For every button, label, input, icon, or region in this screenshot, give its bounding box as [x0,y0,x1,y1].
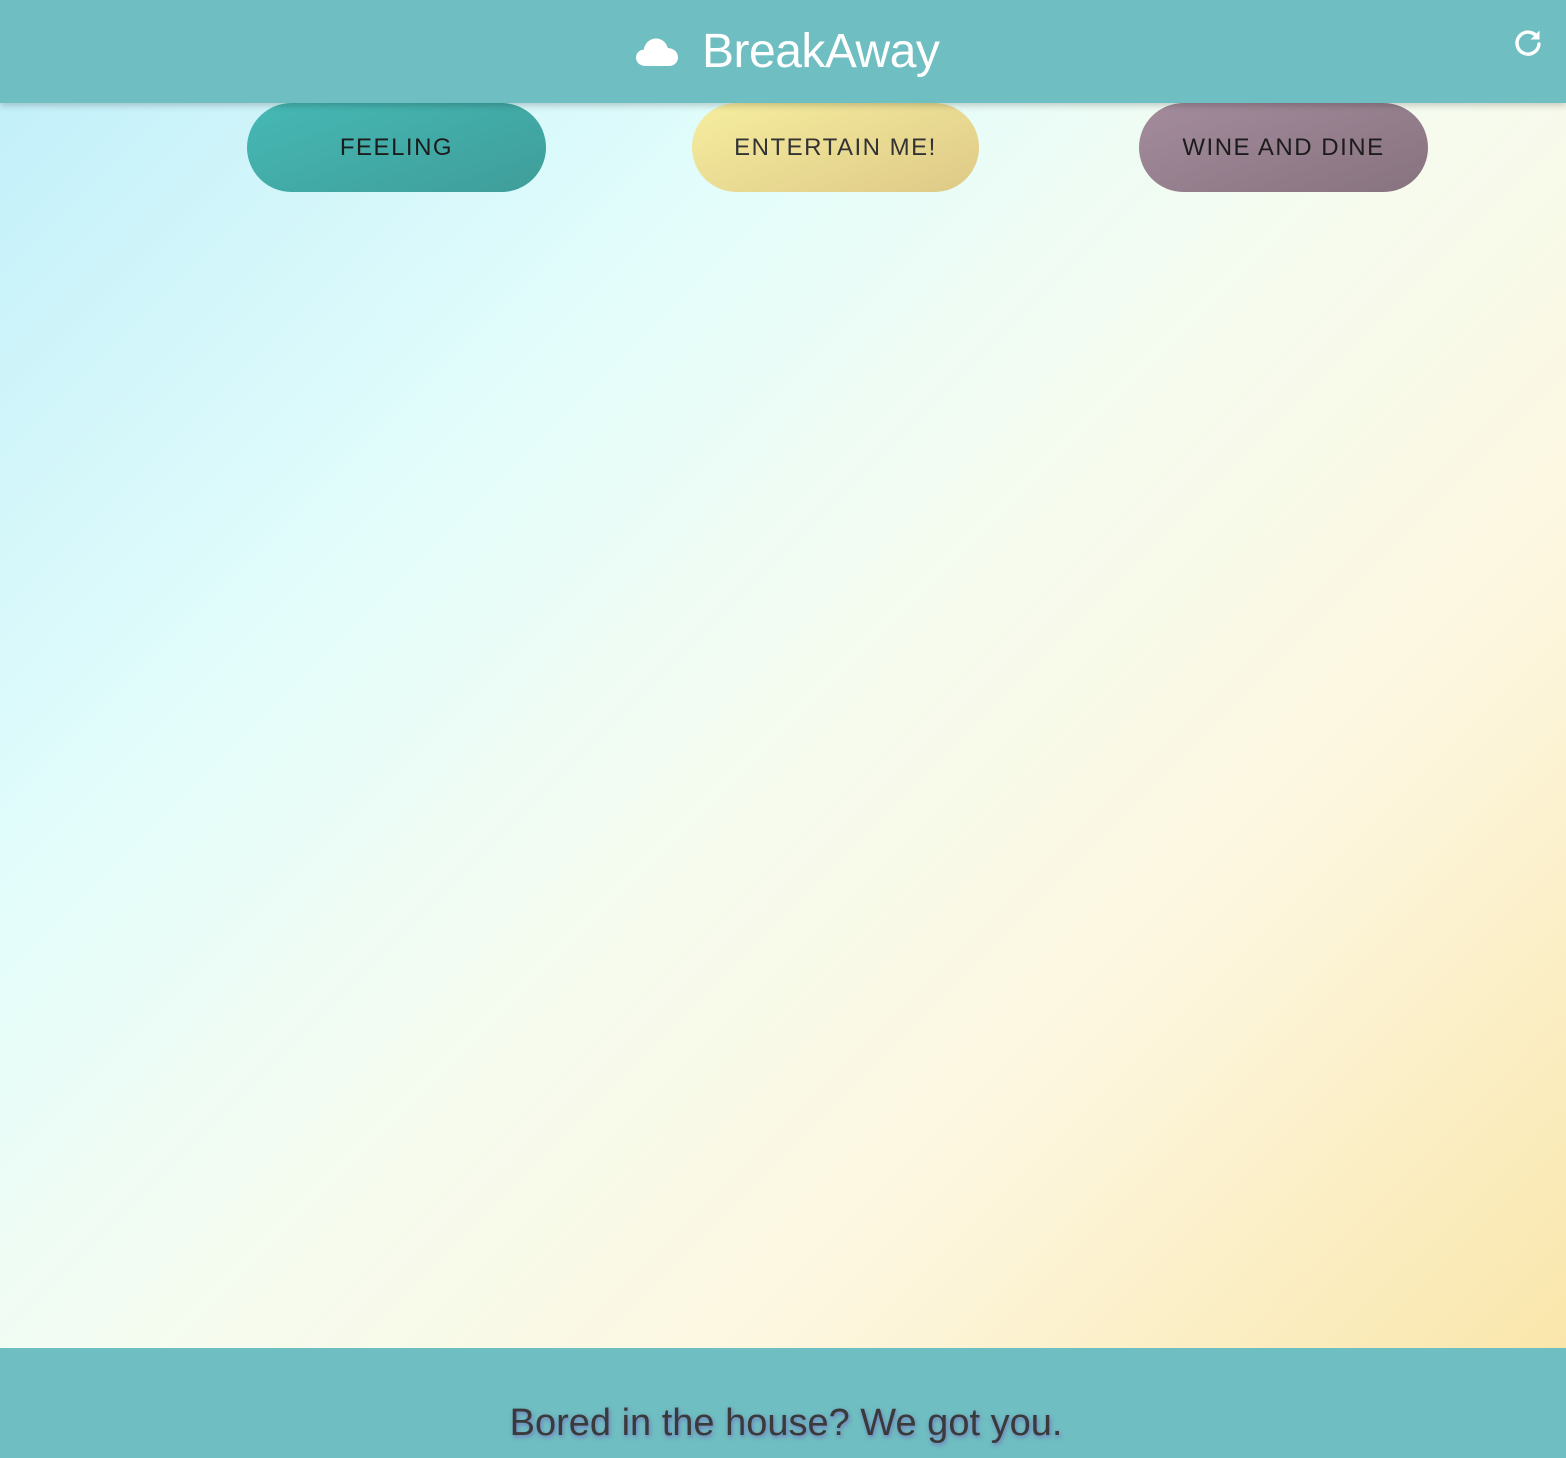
page: BreakAway FEELING ENTERTAIN ME! WINE AND… [0,0,1566,1458]
feeling-button[interactable]: FEELING [247,103,546,192]
app-title: BreakAway [702,25,940,78]
app-header: BreakAway [0,0,1566,103]
footer-tagline: Bored in the house? We got you. [509,1402,1063,1444]
refresh-icon[interactable] [1512,27,1544,59]
brand[interactable]: BreakAway [636,22,940,82]
cloud-icon [636,38,678,66]
wine-and-dine-button[interactable]: WINE AND DINE [1139,103,1428,192]
entertain-me-button[interactable]: ENTERTAIN ME! [692,103,979,192]
